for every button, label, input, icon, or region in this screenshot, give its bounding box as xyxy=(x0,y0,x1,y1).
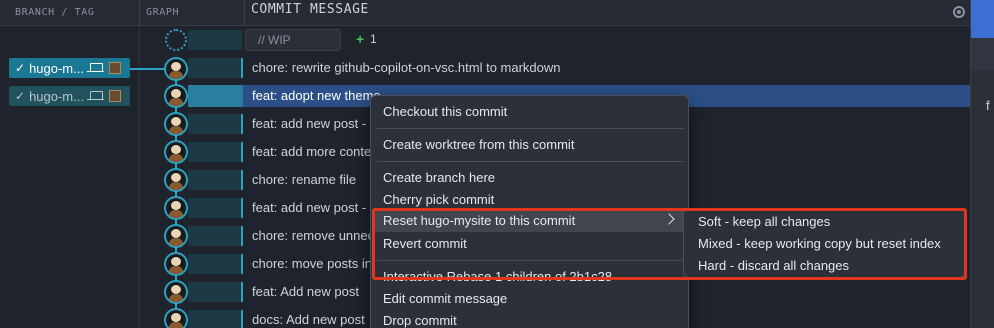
commit-message[interactable]: feat: Add new post xyxy=(252,282,359,302)
commit-message[interactable]: feat: add new post - 2 xyxy=(252,114,377,134)
commit-message[interactable]: feat: add more conte xyxy=(252,142,371,162)
commit-avatar-node[interactable] xyxy=(164,140,188,164)
commit-avatar-node[interactable] xyxy=(164,84,188,108)
menu-item-checkout[interactable]: Checkout this commit xyxy=(383,102,507,122)
row-band xyxy=(188,310,242,328)
column-divider xyxy=(139,26,140,328)
highlight-annotation-box xyxy=(372,208,967,280)
check-icon: ✓ xyxy=(15,61,26,75)
avatar xyxy=(166,226,186,246)
avatar xyxy=(166,86,186,106)
avatar xyxy=(166,170,186,190)
avatar xyxy=(166,198,186,218)
wip-node[interactable] xyxy=(165,29,187,51)
commit-avatar-node[interactable] xyxy=(164,280,188,304)
avatar xyxy=(108,62,121,74)
branch-tag-column-header[interactable]: BRANCH / TAG xyxy=(15,0,94,26)
avatar xyxy=(166,310,186,328)
column-divider[interactable] xyxy=(244,0,245,26)
commit-message[interactable]: chore: move posts in xyxy=(252,254,372,274)
row-marker xyxy=(241,170,243,190)
commit-avatar-node[interactable] xyxy=(164,224,188,248)
row-marker xyxy=(241,310,243,328)
avatar xyxy=(166,59,186,79)
commit-message[interactable]: chore: rewrite github-copilot-on-vsc.htm… xyxy=(252,58,561,78)
wip-change-count: 1 xyxy=(370,32,377,46)
commit-avatar-node[interactable] xyxy=(164,57,188,81)
laptop-icon xyxy=(86,62,104,72)
row-band xyxy=(188,58,242,78)
plus-icon: + xyxy=(356,31,365,47)
menu-item-drop-commit[interactable]: Drop commit xyxy=(383,311,457,328)
check-icon: ✓ xyxy=(15,89,26,103)
side-panel-accent xyxy=(971,0,994,38)
row-band xyxy=(188,170,242,190)
row-marker xyxy=(241,282,243,302)
commit-avatar-node[interactable] xyxy=(164,252,188,276)
commit-message[interactable]: chore: remove unnec xyxy=(252,226,374,246)
column-header: BRANCH / TAG GRAPH COMMIT MESSAGE xyxy=(0,0,970,26)
row-band xyxy=(188,226,242,246)
branch-label-remote[interactable]: ✓ hugo-m... xyxy=(9,86,130,106)
row-marker xyxy=(241,198,243,218)
branch-name: hugo-m... xyxy=(29,60,84,76)
commit-avatar-node[interactable] xyxy=(164,112,188,136)
avatar xyxy=(108,90,121,102)
row-band xyxy=(188,198,242,218)
row-band xyxy=(188,114,242,134)
commit-avatar-node[interactable] xyxy=(164,168,188,192)
menu-item-create-branch[interactable]: Create branch here xyxy=(383,168,495,188)
branch-label-active[interactable]: ✓ hugo-m... xyxy=(9,58,130,78)
menu-divider xyxy=(377,161,684,162)
menu-item-edit-message[interactable]: Edit commit message xyxy=(383,289,507,309)
right-side-panel: f xyxy=(970,0,994,328)
column-divider[interactable] xyxy=(139,0,140,26)
commit-message[interactable]: chore: rename file xyxy=(252,170,356,190)
side-panel-strip xyxy=(971,38,994,70)
wip-input[interactable]: // WIP xyxy=(245,29,341,51)
branch-connector xyxy=(130,68,164,70)
menu-divider xyxy=(377,128,684,129)
avatar xyxy=(166,142,186,162)
menu-item-cherry-pick[interactable]: Cherry pick commit xyxy=(383,190,494,210)
laptop-icon xyxy=(86,90,104,100)
row-marker xyxy=(241,58,243,78)
avatar xyxy=(166,282,186,302)
avatar xyxy=(166,254,186,274)
commit-message[interactable]: feat: add new post - xyxy=(252,198,366,218)
commit-avatar-node[interactable] xyxy=(164,308,188,328)
menu-item-create-worktree[interactable]: Create worktree from this commit xyxy=(383,135,574,155)
row-marker xyxy=(241,226,243,246)
git-graph-app: BRANCH / TAG GRAPH COMMIT MESSAGE f ✓ hu… xyxy=(0,0,994,328)
row-band xyxy=(188,142,242,162)
branch-name: hugo-m... xyxy=(29,88,84,104)
commit-message[interactable]: docs: Add new post xyxy=(252,310,365,328)
commit-message[interactable]: feat: adopt new theme xyxy=(252,86,381,106)
row-band xyxy=(188,30,242,50)
row-marker xyxy=(241,114,243,134)
row-band xyxy=(188,254,242,274)
side-panel-text: f xyxy=(986,98,990,113)
graph-column-header[interactable]: GRAPH xyxy=(146,0,179,26)
row-marker xyxy=(241,254,243,274)
avatar xyxy=(166,114,186,134)
gear-icon[interactable] xyxy=(953,6,965,18)
selected-row-band xyxy=(188,85,243,107)
commit-message-column-header[interactable]: COMMIT MESSAGE xyxy=(251,0,369,20)
row-band xyxy=(188,282,242,302)
row-marker xyxy=(241,142,243,162)
commit-avatar-node[interactable] xyxy=(164,196,188,220)
